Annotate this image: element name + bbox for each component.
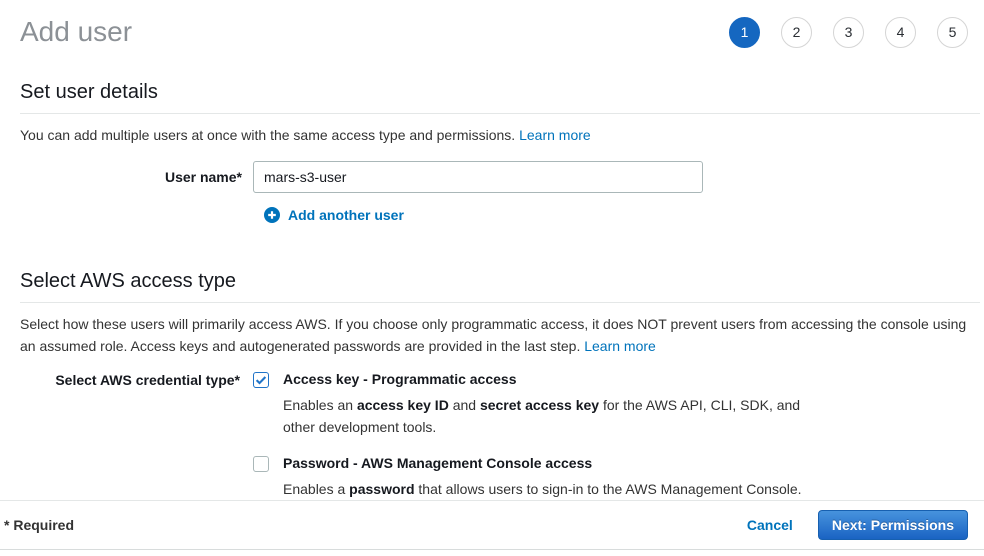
user-details-description: You can add multiple users at once with … xyxy=(20,124,976,146)
credential-options: Access key - Programmatic access Enables… xyxy=(253,371,984,517)
header: Add user 1 2 3 4 5 xyxy=(0,0,984,48)
step-circle-1: 1 xyxy=(729,17,760,48)
plus-icon[interactable] xyxy=(264,207,280,223)
check-icon xyxy=(254,373,268,387)
footer: * Required Cancel Next: Permissions xyxy=(0,500,984,550)
username-input[interactable] xyxy=(253,161,703,193)
option-body: Password - AWS Management Console access… xyxy=(283,455,802,500)
access-type-heading: Select AWS access type xyxy=(20,270,980,303)
page-title: Add user xyxy=(20,16,132,48)
credential-type-section: Select AWS credential type* Access key -… xyxy=(0,371,984,517)
step-circle-3: 3 xyxy=(833,17,864,48)
access-type-description: Select how these users will primarily ac… xyxy=(20,313,976,357)
learn-more-link-user-details[interactable]: Learn more xyxy=(519,127,591,143)
access-type-description-text: Select how these users will primarily ac… xyxy=(20,316,966,354)
next-permissions-button[interactable]: Next: Permissions xyxy=(818,510,968,540)
step-circle-4: 4 xyxy=(885,17,916,48)
add-another-user-label: Add another user xyxy=(288,207,404,223)
option-programmatic-access: Access key - Programmatic access Enables… xyxy=(253,371,984,438)
option-body: Access key - Programmatic access Enables… xyxy=(283,371,835,438)
add-another-user-button[interactable]: Add another user xyxy=(264,207,404,223)
step-circle-2: 2 xyxy=(781,17,812,48)
console-access-description: Enables a password that allows users to … xyxy=(283,478,802,500)
user-details-heading: Set user details xyxy=(20,81,980,114)
option-console-access: Password - AWS Management Console access… xyxy=(253,455,984,500)
step-indicator: 1 2 3 4 5 xyxy=(729,17,968,48)
programmatic-access-checkbox[interactable] xyxy=(253,372,269,388)
console-access-title: Password - AWS Management Console access xyxy=(283,455,802,471)
user-details-description-text: You can add multiple users at once with … xyxy=(20,127,519,143)
required-note: * Required xyxy=(4,517,74,533)
programmatic-access-description: Enables an access key ID and secret acce… xyxy=(283,394,835,438)
username-label: User name* xyxy=(0,169,253,185)
learn-more-link-access-type[interactable]: Learn more xyxy=(584,338,656,354)
credential-type-label: Select AWS credential type* xyxy=(0,371,253,517)
cancel-button[interactable]: Cancel xyxy=(747,517,793,533)
add-user-wizard: Add user 1 2 3 4 5 Set user details You … xyxy=(0,0,984,556)
step-circle-5: 5 xyxy=(937,17,968,48)
username-row: User name* xyxy=(0,161,984,193)
console-access-checkbox[interactable] xyxy=(253,456,269,472)
programmatic-access-title: Access key - Programmatic access xyxy=(283,371,835,387)
